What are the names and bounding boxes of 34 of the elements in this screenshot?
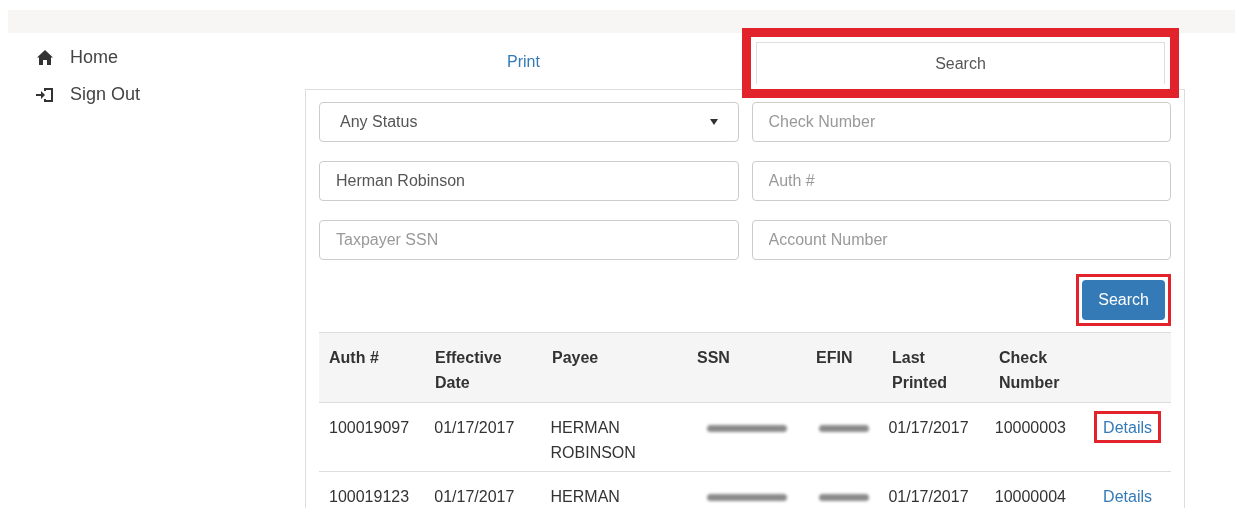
redacted-bar	[818, 494, 869, 501]
home-icon	[37, 50, 53, 65]
column-header: Last Printed	[892, 348, 949, 393]
dropdown-arrow-icon	[709, 119, 718, 125]
details-link[interactable]: Details	[1103, 483, 1152, 508]
table-cell: 01/17/2017	[888, 419, 969, 436]
sidebar-link[interactable]: Home	[35, 45, 305, 70]
table-cell: 01/17/2017	[888, 488, 969, 505]
sign-out-icon	[36, 86, 54, 103]
column-header: Check Number	[999, 348, 1061, 393]
table-cell: HERMAN ROBINSON	[550, 419, 636, 461]
tab[interactable]: Search	[756, 42, 1165, 84]
table-cell: HERMAN	[550, 488, 620, 505]
input-field[interactable]: Account Number	[751, 220, 1171, 260]
table-cell: 100019123	[329, 488, 410, 505]
search-button[interactable]: Search	[1082, 280, 1165, 320]
column-header: Effective Date	[435, 348, 503, 393]
column-header: Payee	[552, 348, 599, 368]
table-cell: 01/17/2017	[434, 419, 515, 436]
redacted-bar	[818, 425, 869, 432]
tab[interactable]: Print	[310, 38, 737, 85]
sidebar-link[interactable]: Sign Out	[35, 82, 305, 107]
input-field[interactable]: Auth #	[751, 161, 1171, 201]
input-field[interactable]: Taxpayer SSN	[319, 220, 739, 260]
table-cell: 10000003	[994, 419, 1066, 436]
input-field[interactable]: Check Number	[751, 102, 1171, 142]
table-cell: 01/17/2017	[434, 488, 515, 505]
status-select[interactable]: Any Status	[319, 102, 739, 142]
table-cell: 10000004	[994, 488, 1066, 505]
input-field[interactable]: Herman Robinson	[319, 161, 739, 201]
column-header: SSN	[697, 348, 730, 368]
table-cell: 100019097	[329, 419, 410, 436]
column-header: Auth #	[329, 348, 379, 368]
column-header: EFIN	[816, 348, 853, 368]
